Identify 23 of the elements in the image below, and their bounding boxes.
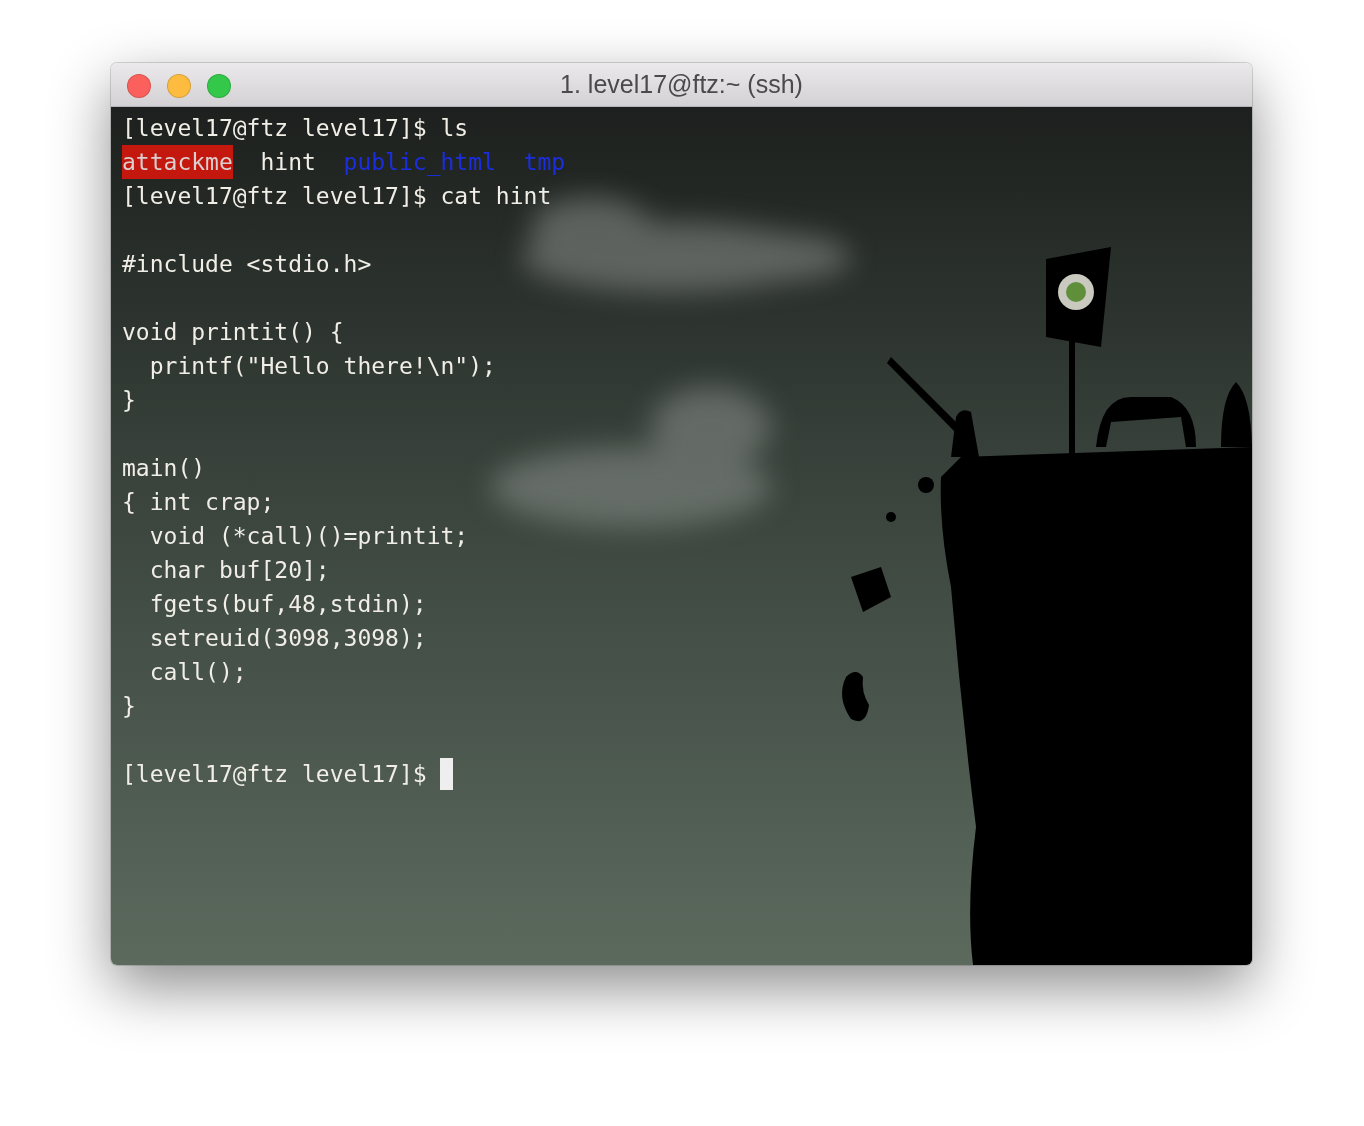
terminal-text: { int crap;	[122, 488, 275, 517]
directory-name: tmp	[523, 148, 566, 177]
terminal-text: }	[122, 692, 136, 721]
window-title: 1. level17@ftz:~ (ssh)	[560, 70, 803, 99]
terminal-text: fgets(buf,48,stdin);	[148, 590, 427, 619]
terminal-text: char buf[20];	[148, 556, 330, 585]
terminal-text: #include <stdio.h>	[122, 250, 372, 279]
terminal-text: void printit() {	[122, 318, 344, 347]
terminal-text: printf("Hello there!\n");	[148, 352, 496, 381]
terminal-text: call();	[148, 658, 247, 687]
minimize-button[interactable]	[167, 74, 191, 98]
terminal-text: hint	[260, 148, 316, 177]
shell-prompt: [level17@ftz level17]$	[122, 760, 427, 789]
terminal-text: [level17@ftz level17]$ cat hint	[122, 182, 552, 211]
terminal-text: main()	[122, 454, 206, 483]
terminal-text: setreuid(3098,3098);	[148, 624, 427, 653]
terminal-text: [level17@ftz level17]$ ls	[122, 114, 469, 143]
close-button[interactable]	[127, 74, 151, 98]
directory-name: public_html	[343, 148, 496, 178]
terminal-text: }	[122, 386, 136, 415]
file-name: attackme	[122, 145, 233, 179]
terminal-text: void (*call)()=printit;	[148, 522, 469, 551]
zoom-button[interactable]	[207, 74, 231, 98]
